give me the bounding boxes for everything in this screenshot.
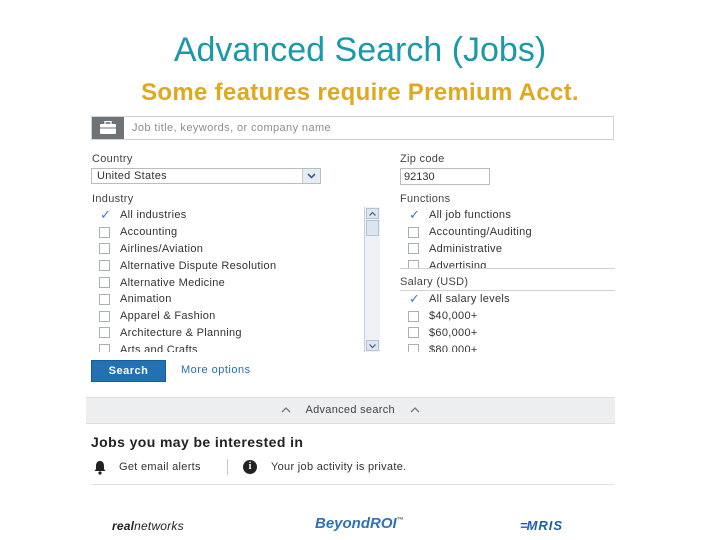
functions-list[interactable]: All job functions Accounting/Auditing Ad… [400,207,615,269]
mris-logo: =MRIS [520,518,564,533]
salary-label: Salary (USD) [400,276,469,288]
checkbox[interactable] [99,243,110,255]
list-item[interactable]: All industries [91,207,381,224]
privacy-note: Your job activity is private. [271,461,407,473]
list-item[interactable]: Advertising [400,257,615,268]
list-item[interactable]: Administrative [400,241,615,258]
list-item[interactable]: $40,000+ [400,308,615,325]
scroll-thumb[interactable] [366,220,379,236]
list-item[interactable]: Airlines/Aviation [91,241,381,258]
checkbox[interactable] [99,310,110,322]
checkbox[interactable] [99,260,110,272]
divider [91,484,614,485]
briefcase-icon [92,117,124,139]
list-item[interactable]: Alternative Dispute Resolution [91,257,381,274]
scroll-up-icon[interactable] [366,208,379,219]
functions-label: Functions [400,193,451,205]
list-item[interactable]: Arts and Crafts [91,341,381,352]
scroll-down-icon[interactable] [366,340,379,351]
industry-label: Industry [92,193,134,205]
advanced-search-toggle[interactable]: Advanced search [86,397,615,424]
salary-list[interactable]: All salary levels $40,000+ $60,000+ $80,… [400,290,615,352]
chevron-up-icon [281,405,291,416]
country-label: Country [92,153,133,165]
industry-scrollbar[interactable] [364,207,380,352]
checkbox[interactable] [408,226,419,238]
checkbox[interactable] [408,327,419,339]
country-select[interactable]: United States [91,168,321,184]
checkbox[interactable] [408,243,419,255]
chevron-up-icon [410,405,420,416]
slide-subtitle: Some features require Premium Acct. [141,79,579,106]
list-item[interactable]: Accounting [91,224,381,241]
slide-title: Advanced Search (Jobs) [173,31,547,69]
checkbox[interactable] [408,291,420,307]
checkbox[interactable] [99,207,111,223]
info-icon: i [243,460,257,474]
checkbox[interactable] [408,344,419,352]
checkbox[interactable] [99,344,110,352]
more-options-link[interactable]: More options [181,364,251,376]
list-item[interactable]: $60,000+ [400,325,615,342]
list-item[interactable]: Architecture & Planning [91,325,381,342]
checkbox[interactable] [99,327,110,339]
search-button[interactable]: Search [91,360,166,382]
checkbox[interactable] [99,293,110,305]
checkbox[interactable] [99,277,110,289]
chevron-down-icon[interactable] [302,169,320,183]
realnetworks-logo: realnetworks [112,519,184,533]
advanced-search-label: Advanced search [305,404,395,416]
bell-icon [93,460,107,480]
list-item[interactable]: Alternative Medicine [91,274,381,291]
checkbox[interactable] [408,260,419,268]
checkbox[interactable] [408,310,419,322]
divider [227,459,228,475]
beyondroi-logo: BeyondROI™ [315,515,404,532]
list-item[interactable]: Accounting/Auditing [400,224,615,241]
jobs-info-row: Get email alerts i Your job activity is … [91,458,614,478]
list-item[interactable]: All job functions [400,207,615,224]
job-search-input[interactable]: Job title, keywords, or company name [91,116,614,140]
zip-code-field[interactable]: 92130 [400,168,490,185]
zip-label: Zip code [400,153,445,165]
list-item[interactable]: Apparel & Fashion [91,308,381,325]
zip-value: 92130 [404,171,435,183]
list-item[interactable]: Animation [91,291,381,308]
list-item[interactable]: All salary levels [400,291,615,308]
industry-list[interactable]: All industries Accounting Airlines/Aviat… [91,207,381,352]
jobs-section-title: Jobs you may be interested in [91,434,304,450]
list-item[interactable]: $80,000+ [400,341,615,352]
country-value: United States [97,170,167,182]
email-alerts-link[interactable]: Get email alerts [119,461,201,473]
checkbox[interactable] [99,226,110,238]
checkbox[interactable] [408,207,420,223]
search-placeholder: Job title, keywords, or company name [132,122,332,134]
